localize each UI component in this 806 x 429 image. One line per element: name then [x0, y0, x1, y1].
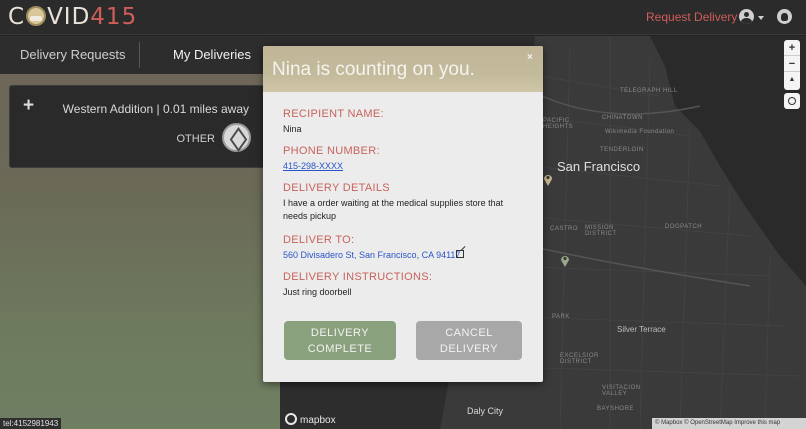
external-link-icon[interactable] — [456, 250, 464, 258]
deliver-to-label: DELIVER TO: — [283, 234, 355, 246]
cancel-delivery-button[interactable]: CANCEL DELIVERY — [416, 321, 522, 360]
details-value: I have a order waiting at the medical su… — [283, 198, 504, 221]
map-zoom-controls: + − ▲ — [784, 40, 800, 90]
map-label-pacific-heights: PACIFIC HEIGHTS — [543, 118, 574, 130]
package-box-icon — [222, 123, 251, 152]
zoom-out-button[interactable]: − — [784, 56, 800, 72]
map-area-silver-terrace: Silver Terrace — [617, 325, 666, 334]
modal-title: Nina is counting on you. — [272, 59, 475, 80]
delivery-card[interactable]: + Western Addition | 0.01 miles away OTH… — [9, 85, 272, 168]
map-label-tenderloin: TENDERLOIN — [600, 147, 644, 153]
logo-text-c: C — [8, 4, 26, 30]
map-label-castro: CASTRO — [550, 226, 579, 232]
map-pin-icon[interactable] — [560, 254, 570, 267]
map-label-excelsior: EXCELSIOR DISTRICT — [560, 353, 599, 365]
delivery-category: OTHER — [176, 133, 216, 145]
covid415-logo[interactable]: C VID415 — [8, 4, 137, 30]
map-label-dogpatch: DOGPATCH — [665, 224, 703, 230]
cancel-line-1: CANCEL — [445, 327, 493, 339]
github-icon[interactable] — [777, 9, 792, 24]
map-label-visitacion: VISITACION VALLEY — [602, 385, 641, 397]
close-icon[interactable]: × — [527, 52, 533, 63]
delivery-modal: Nina is counting on you. × RECIPIENT NAM… — [263, 46, 543, 382]
expand-plus-icon[interactable]: + — [23, 95, 34, 117]
mapbox-logo[interactable]: mapbox — [285, 413, 336, 426]
map-label-wikimedia: Wikimedia Foundation — [605, 129, 675, 135]
phone-link[interactable]: 415-298-XXXX — [283, 160, 343, 173]
map-label-telegraph: TELEGRAPH HILL — [620, 88, 678, 94]
map-label-mission: MISSION DISTRICT — [585, 225, 617, 237]
cancel-line-2: DELIVERY — [439, 343, 499, 355]
user-avatar-icon[interactable] — [739, 9, 754, 24]
geolocate-icon[interactable] — [784, 93, 800, 109]
top-navbar: C VID415 Request Delivery — [0, 0, 806, 35]
recipient-label: RECIPIENT NAME: — [283, 108, 384, 120]
status-bar-tel: tel:4152981943 — [0, 418, 62, 429]
logo-text-415: 415 — [90, 4, 138, 30]
phone-label: PHONE NUMBER: — [283, 145, 380, 157]
map-label-bayshore: BAYSHORE — [597, 406, 634, 412]
face-mask-icon — [26, 6, 47, 26]
complete-line-2: COMPLETE — [307, 343, 373, 355]
instructions-value: Just ring doorbell — [283, 287, 352, 297]
details-label: DELIVERY DETAILS — [283, 182, 390, 194]
map-label-park: PARK — [552, 314, 570, 320]
modal-header: Nina is counting on you. × — [263, 46, 543, 92]
request-delivery-link[interactable]: Request Delivery — [646, 10, 737, 24]
map-city-san-francisco: San Francisco — [557, 159, 641, 174]
tab-my-deliveries[interactable]: My Deliveries — [173, 36, 251, 74]
map-pin-icon[interactable] — [543, 173, 553, 186]
complete-line-1: DELIVERY — [310, 327, 370, 339]
tab-divider — [139, 42, 140, 68]
delivery-location-distance: Western Addition | 0.01 miles away — [62, 102, 249, 116]
chevron-down-icon[interactable] — [758, 16, 764, 20]
zoom-in-button[interactable]: + — [784, 40, 800, 56]
instructions-label: DELIVERY INSTRUCTIONS: — [283, 271, 433, 283]
address-link[interactable]: 560 Divisadero St, San Francisco, CA 941… — [283, 250, 460, 260]
logo-text-vid: VID — [47, 4, 91, 30]
sidebar-tabs: Delivery Requests My Deliveries — [0, 36, 280, 74]
recipient-value: Nina — [283, 124, 302, 134]
compass-button[interactable]: ▲ — [784, 72, 800, 88]
map-label-chinatown: CHINATOWN — [602, 115, 643, 121]
map-city-daly-city: Daly City — [467, 406, 504, 416]
delivery-complete-button[interactable]: DELIVERY COMPLETE — [284, 321, 396, 360]
map-attribution[interactable]: © Mapbox © OpenStreetMap Improve this ma… — [652, 418, 806, 429]
tab-delivery-requests[interactable]: Delivery Requests — [20, 36, 126, 74]
